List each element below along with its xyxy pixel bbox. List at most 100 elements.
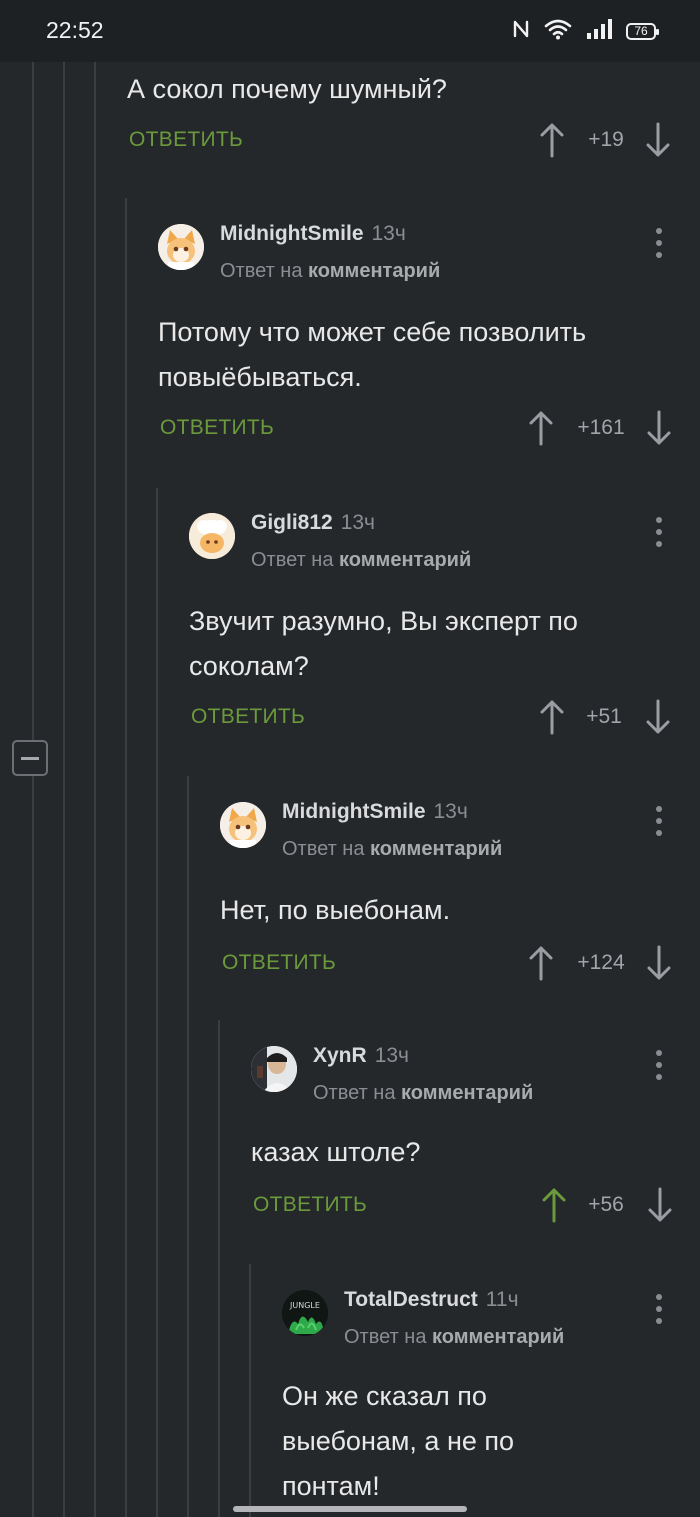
comment: Gigli812 13ч Ответ на комментарий Звучит … [189, 507, 700, 737]
comment-text: Он же сказал по выебонам, а не по понтам… [282, 1374, 700, 1509]
comment-time: 11ч [485, 1288, 519, 1311]
avatar-logo-text: JUNGLE [289, 1301, 320, 1310]
minus-icon [21, 756, 39, 760]
comment-time: 13ч [433, 800, 468, 823]
arrow-up-icon[interactable] [528, 410, 554, 446]
comment: MidnightSmile 13ч Ответ на комментарий Не… [220, 796, 700, 983]
status-icons: 76 [512, 18, 659, 45]
author-name[interactable]: TotalDestruct 11ч [344, 1288, 519, 1312]
author-name[interactable]: XynR 13ч [313, 1044, 409, 1068]
reply-to: Ответ на комментарий [282, 838, 502, 861]
comment-text-line: Он же сказал по [282, 1381, 487, 1411]
arrow-down-icon[interactable] [646, 410, 672, 446]
thread-line [156, 488, 158, 1517]
nfc-icon [512, 18, 530, 45]
comment: XynR 13ч Ответ на комментарий казах штоле… [251, 1040, 700, 1225]
thread-line [94, 62, 96, 1517]
arrow-down-icon[interactable] [646, 945, 672, 981]
reply-target-link[interactable]: комментарий [432, 1326, 564, 1348]
vote-controls: +19 [539, 120, 689, 160]
avatar[interactable] [220, 802, 266, 848]
vote-controls: +51 [539, 697, 679, 737]
comment-text-line: повыёбываться. [158, 362, 362, 392]
home-indicator[interactable] [233, 1506, 467, 1512]
author-name-text: MidnightSmile [282, 800, 426, 823]
comment-text-line: Нет, по выебонам. [220, 895, 451, 925]
author-name-text: MidnightSmile [220, 222, 364, 245]
vote-controls: +124 [528, 943, 678, 983]
avatar[interactable] [251, 1046, 297, 1092]
arrow-down-icon[interactable] [645, 699, 671, 735]
author-name[interactable]: MidnightSmile 13ч [220, 222, 406, 246]
vote-score: +19 [588, 128, 624, 151]
reply-to: Ответ на комментарий [313, 1082, 533, 1105]
comment: MidnightSmile 13ч Ответ на комментарий По… [158, 218, 700, 448]
arrow-up-icon[interactable] [541, 1187, 567, 1223]
thread-line [63, 62, 65, 1517]
arrow-up-icon[interactable] [539, 699, 565, 735]
comment-header: Gigli812 13ч Ответ на комментарий [189, 507, 700, 573]
comment-actions: ОТВЕТИТЬ +124 [220, 943, 700, 983]
avatar[interactable] [158, 224, 204, 270]
reply-to: Ответ на комментарий [220, 260, 440, 283]
thread-line [187, 776, 189, 1517]
comment-text: казах штоле? [251, 1130, 700, 1175]
arrow-down-icon[interactable] [647, 1187, 673, 1223]
reply-button[interactable]: ОТВЕТИТЬ [129, 120, 243, 160]
arrow-up-icon[interactable] [528, 945, 554, 981]
author-name-text: Gigli812 [251, 511, 333, 534]
comment-header: JUNGLE TotalDestruct 11ч Ответ на коммент… [282, 1284, 700, 1350]
arrow-up-icon[interactable] [539, 122, 565, 158]
thread-line [125, 198, 127, 1517]
reply-button[interactable]: ОТВЕТИТЬ [253, 1185, 367, 1225]
comment-text-line: казах штоле? [251, 1137, 421, 1167]
comment-header: XynR 13ч Ответ на комментарий [251, 1040, 700, 1106]
status-time: 22:52 [46, 17, 104, 43]
thread-line [249, 1264, 251, 1517]
vote-score: +161 [577, 416, 625, 439]
comment-time: 13ч [374, 1044, 409, 1067]
reply-prefix: Ответ на [251, 549, 334, 571]
more-vertical-icon[interactable] [654, 517, 664, 547]
author-name-text: XynR [313, 1044, 367, 1067]
vote-score: +124 [577, 951, 625, 974]
thread-line [32, 776, 34, 1517]
thread-line [32, 62, 34, 740]
reply-target-link[interactable]: комментарий [401, 1082, 533, 1104]
battery-level: 76 [634, 24, 648, 38]
comment-actions: ОТВЕТИТЬ +56 [251, 1185, 700, 1225]
avatar[interactable]: JUNGLE [282, 1290, 328, 1336]
battery-icon: 76 [626, 22, 659, 40]
arrow-down-icon[interactable] [645, 122, 671, 158]
comment-text-line: соколам? [189, 651, 309, 681]
comment-top: А сокол почему шумный? ОТВЕТИТЬ +19 [127, 68, 700, 160]
reply-target-link[interactable]: комментарий [339, 549, 471, 571]
reply-target-link[interactable]: комментарий [370, 838, 502, 860]
reply-button[interactable]: ОТВЕТИТЬ [160, 408, 274, 448]
author-name[interactable]: Gigli812 13ч [251, 511, 375, 535]
reply-prefix: Ответ на [282, 838, 365, 860]
reply-button[interactable]: ОТВЕТИТЬ [191, 697, 305, 737]
comment-header: MidnightSmile 13ч Ответ на комментарий [220, 796, 700, 862]
author-name[interactable]: MidnightSmile 13ч [282, 800, 468, 824]
reply-button[interactable]: ОТВЕТИТЬ [222, 943, 336, 983]
vote-controls: +56 [541, 1185, 681, 1225]
comment-text: Потому что может себе позволить повыёбыв… [158, 310, 700, 400]
reply-target-link[interactable]: комментарий [308, 260, 440, 282]
comment-actions: ОТВЕТИТЬ +161 [158, 408, 700, 448]
more-vertical-icon[interactable] [654, 228, 664, 258]
author-name-text: TotalDestruct [344, 1288, 478, 1311]
comment-actions: ОТВЕТИТЬ +19 [127, 120, 700, 160]
comment-text: Нет, по выебонам. [220, 888, 700, 933]
comment-text: А сокол почему шумный? [127, 74, 447, 104]
more-vertical-icon[interactable] [654, 806, 664, 836]
thread-line [218, 1020, 220, 1517]
more-vertical-icon[interactable] [654, 1294, 664, 1324]
reply-to: Ответ на комментарий [251, 549, 471, 572]
more-vertical-icon[interactable] [654, 1050, 664, 1080]
reply-prefix: Ответ на [344, 1326, 427, 1348]
comment-text-line: выебонам, а не по [282, 1426, 515, 1456]
collapse-thread-button[interactable] [12, 740, 48, 776]
avatar[interactable] [189, 513, 235, 559]
vote-controls: +161 [528, 408, 678, 448]
